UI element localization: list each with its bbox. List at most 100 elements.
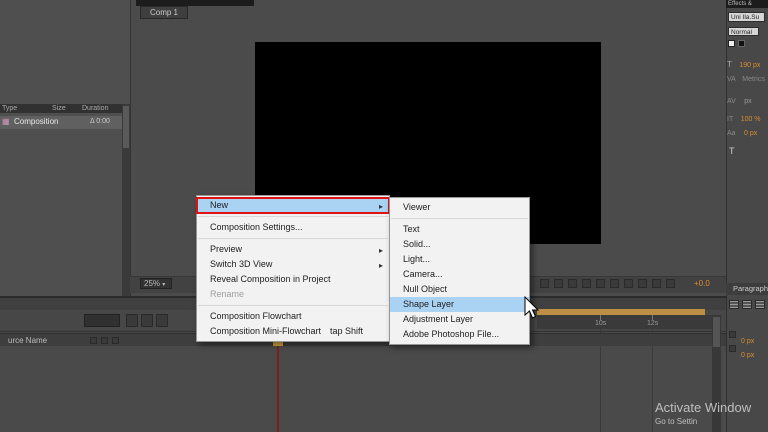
indent-left-icon <box>729 331 736 338</box>
indent-right-value[interactable]: 0 px <box>741 352 754 359</box>
comp-toolbar-icon[interactable] <box>652 279 661 288</box>
menu-item-label: Reveal Composition in Project <box>210 274 331 284</box>
composition-icon: ▦ <box>2 117 10 126</box>
menu-item-label: Shape Layer <box>403 299 454 309</box>
timeline-toolbar-icon[interactable] <box>126 314 138 327</box>
column-duration[interactable]: Duration <box>82 104 108 113</box>
font-style-input[interactable]: Normal <box>728 27 759 36</box>
comp-tab[interactable]: Comp 1 <box>140 6 188 19</box>
font-style-value: Normal <box>731 29 752 36</box>
menu-item-label: Preview <box>210 244 242 254</box>
source-name-column[interactable]: urce Name <box>8 336 47 345</box>
scrollbar-thumb[interactable] <box>123 106 129 148</box>
submenu-item-text[interactable]: Text <box>390 222 529 237</box>
submenu-arrow-icon: ▸ <box>379 199 383 214</box>
menu-item-composition-mini-flowchart[interactable]: Composition Mini-Flowchart tap Shift <box>197 324 389 339</box>
menu-separator <box>198 216 388 217</box>
comp-toolbar-icon[interactable] <box>596 279 605 288</box>
paragraph-title: Paragraph <box>733 284 768 293</box>
stroke-color-swatch[interactable] <box>738 40 745 47</box>
submenu-item-adobe-photoshop-file[interactable]: Adobe Photoshop File... <box>390 327 529 342</box>
indent-right-icon <box>729 345 736 352</box>
dropdown-arrow-icon: ▾ <box>162 282 165 288</box>
column-size[interactable]: Size <box>52 104 66 113</box>
composition-name: Composition <box>14 117 58 126</box>
fill-color-swatch[interactable] <box>728 40 735 47</box>
menu-item-switch-3d-view[interactable]: Switch 3D View ▸ <box>197 257 389 272</box>
menu-item-label: Composition Settings... <box>210 222 303 232</box>
timeline-feature-icon[interactable] <box>112 337 119 344</box>
baseline-shift-icon: Aa <box>727 130 736 137</box>
align-left-button[interactable] <box>729 300 739 309</box>
activate-windows-watermark: Activate Window Go to Settin <box>655 400 751 426</box>
menu-item-label: Null Object <box>403 284 447 294</box>
menu-shortcut: tap Shift <box>330 324 363 339</box>
time-ruler[interactable]: 10s 12s <box>537 315 712 329</box>
comp-overlay-value: +0.0 <box>694 279 710 288</box>
submenu-item-light[interactable]: Light... <box>390 252 529 267</box>
baseline-shift-value[interactable]: 0 px <box>744 130 757 137</box>
type-tool-icon[interactable]: T <box>729 146 735 156</box>
align-center-button[interactable] <box>742 300 752 309</box>
menu-item-composition-settings[interactable]: Composition Settings... <box>197 220 389 235</box>
submenu-arrow-icon: ▸ <box>379 258 383 273</box>
tracking-row: AV px <box>727 90 767 100</box>
cti-line[interactable] <box>277 346 279 432</box>
submenu-item-adjustment-layer[interactable]: Adjustment Layer <box>390 312 529 327</box>
paragraph-panel-header[interactable]: Paragraph <box>726 283 768 295</box>
tracking-value[interactable]: px <box>744 98 751 105</box>
project-row-composition[interactable]: ▦ Composition Δ 0:00 <box>0 116 122 129</box>
menu-item-reveal-composition[interactable]: Reveal Composition in Project <box>197 272 389 287</box>
submenu-item-null-object[interactable]: Null Object <box>390 282 529 297</box>
watermark-line2: Go to Settin <box>655 417 751 426</box>
effects-panel-header[interactable]: Effects & <box>726 0 768 8</box>
menu-separator <box>198 305 388 306</box>
submenu-item-camera[interactable]: Camera... <box>390 267 529 282</box>
comp-toolbar-icon[interactable] <box>666 279 675 288</box>
comp-toolbar-icon[interactable] <box>638 279 647 288</box>
comp-toolbar-icon[interactable] <box>624 279 633 288</box>
column-type[interactable]: Type <box>2 104 17 113</box>
project-scrollbar[interactable] <box>122 104 130 296</box>
kerning-value[interactable]: Metrics <box>742 76 765 83</box>
submenu-item-viewer[interactable]: Viewer <box>390 200 529 215</box>
kerning-row: VA Metrics <box>727 68 767 78</box>
zoom-value: 25% <box>144 279 160 288</box>
comp-toolbar-icon[interactable] <box>540 279 549 288</box>
timeline-feature-icon[interactable] <box>101 337 108 344</box>
menu-item-label: Composition Mini-Flowchart <box>210 326 321 336</box>
comp-toolbar-icon[interactable] <box>554 279 563 288</box>
comp-toolbar-icon[interactable] <box>582 279 591 288</box>
menu-item-label: Solid... <box>403 239 431 249</box>
menu-item-label: Adobe Photoshop File... <box>403 329 499 339</box>
timecode-display[interactable] <box>84 314 120 327</box>
timeline-feature-icon[interactable] <box>90 337 97 344</box>
menu-item-label: Camera... <box>403 269 443 279</box>
menu-item-composition-flowchart[interactable]: Composition Flowchart <box>197 309 389 324</box>
submenu-arrow-icon: ▸ <box>379 243 383 258</box>
scrollbar-thumb[interactable] <box>713 317 720 347</box>
menu-item-label: Viewer <box>403 202 430 212</box>
comp-toolbar-icon[interactable] <box>568 279 577 288</box>
menu-item-new[interactable]: New ▸ <box>197 198 389 213</box>
timeline-toolbar-icon[interactable] <box>141 314 153 327</box>
align-right-button[interactable] <box>755 300 765 309</box>
submenu-item-solid[interactable]: Solid... <box>390 237 529 252</box>
font-size-row: T 190 px <box>727 54 767 64</box>
menu-item-label: New <box>210 200 228 210</box>
menu-item-preview[interactable]: Preview ▸ <box>197 242 389 257</box>
mouse-cursor <box>524 296 541 320</box>
kerning-icon: VA <box>727 76 736 83</box>
menu-item-rename: Rename <box>197 287 389 302</box>
after-effects-window: Comp 1 25% ▾ +0.0 Type Size Duration ▦ C… <box>0 0 768 432</box>
menu-item-label: Adjustment Layer <box>403 314 473 324</box>
zoom-dropdown[interactable]: 25% ▾ <box>140 278 172 289</box>
submenu-item-shape-layer[interactable]: Shape Layer <box>390 297 529 312</box>
menu-item-label: Light... <box>403 254 430 264</box>
new-submenu: Viewer Text Solid... Light... Camera... … <box>389 197 530 345</box>
timeline-toolbar-icon[interactable] <box>156 314 168 327</box>
font-family-input[interactable]: Uni Ila.Su <box>728 12 765 22</box>
menu-separator <box>198 238 388 239</box>
tracking-icon: AV <box>727 98 736 105</box>
comp-toolbar-icon[interactable] <box>610 279 619 288</box>
